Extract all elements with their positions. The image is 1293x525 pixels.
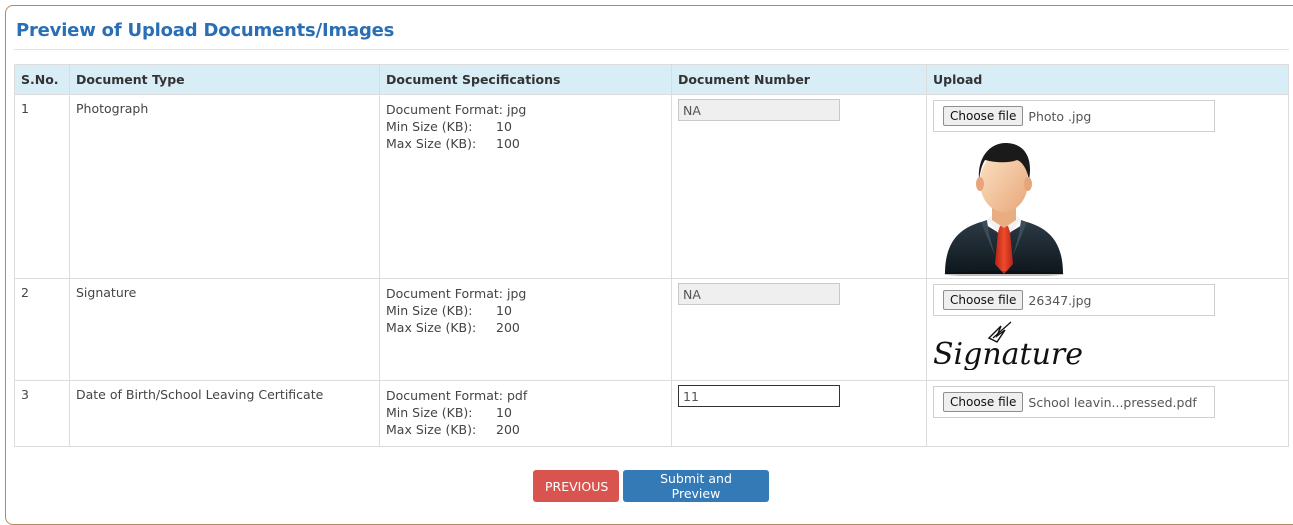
- spec-min-label: Min Size (KB):: [386, 119, 473, 134]
- table-row: 1 Photograph Document Format: jpg Min Si…: [14, 94, 1289, 279]
- row-sno: 1: [14, 94, 70, 279]
- spec-min-label: Min Size (KB):: [386, 303, 473, 318]
- action-buttons: PREVIOUS Submit and Preview: [533, 470, 769, 502]
- row-upload: Choose file School leavin...pressed.pdf: [926, 380, 1289, 447]
- header-upload: Upload: [926, 64, 1289, 95]
- row-specifications: Document Format: jpg Min Size (KB): 10 Ma…: [379, 278, 672, 381]
- spec-max-label: Max Size (KB):: [386, 320, 477, 335]
- choose-file-button[interactable]: Choose file: [943, 290, 1024, 310]
- title-divider: [14, 49, 1289, 50]
- spec-max-value: 200: [496, 422, 520, 437]
- header-sno: S.No.: [14, 64, 70, 95]
- file-name: 26347.jpg: [1028, 292, 1092, 308]
- row-document-type: Photograph: [69, 94, 380, 279]
- signature-text: Signature: [933, 337, 1083, 370]
- spec-max-label: Max Size (KB):: [386, 136, 477, 151]
- file-input[interactable]: Choose file Photo .jpg: [933, 100, 1215, 132]
- table-row: 2 Signature Document Format: jpg Min Siz…: [14, 278, 1289, 381]
- header-document-specifications: Document Specifications: [379, 64, 672, 95]
- header-document-type: Document Type: [69, 64, 380, 95]
- row-sno: 2: [14, 278, 70, 381]
- spec-max-value: 100: [496, 136, 520, 151]
- table-row: 3 Date of Birth/School Leaving Certifica…: [14, 380, 1289, 447]
- row-document-number: [671, 278, 927, 381]
- row-document-number: [671, 94, 927, 279]
- row-upload: Choose file 26347.jpg Signature: [926, 278, 1289, 381]
- page-title: Preview of Upload Documents/Images: [16, 20, 395, 41]
- row-upload: Choose file Photo .jpg: [926, 94, 1289, 279]
- header-document-number: Document Number: [671, 64, 927, 95]
- spec-min-value: 10: [496, 303, 512, 318]
- photo-preview: [937, 136, 1072, 277]
- table-header-row: S.No. Document Type Document Specificati…: [14, 64, 1289, 95]
- choose-file-button[interactable]: Choose file: [943, 106, 1024, 126]
- row-specifications: Document Format: jpg Min Size (KB): 10 Ma…: [379, 94, 672, 279]
- row-document-number: [671, 380, 927, 447]
- person-avatar-icon: [944, 142, 1064, 277]
- spec-min-label: Min Size (KB):: [386, 405, 473, 420]
- choose-file-button[interactable]: Choose file: [943, 392, 1024, 412]
- signature-preview: Signature: [931, 318, 1091, 372]
- submit-and-preview-button[interactable]: Submit and Preview: [623, 470, 769, 502]
- previous-button[interactable]: PREVIOUS: [533, 470, 619, 502]
- spec-format-value: pdf: [506, 388, 528, 403]
- spec-format-label: Document Format:: [386, 102, 503, 117]
- file-name: School leavin...pressed.pdf: [1028, 394, 1197, 410]
- row-document-type: Date of Birth/School Leaving Certificate: [69, 380, 380, 447]
- document-number-input[interactable]: [678, 99, 840, 121]
- file-input[interactable]: Choose file School leavin...pressed.pdf: [933, 386, 1215, 418]
- file-input[interactable]: Choose file 26347.jpg: [933, 284, 1215, 316]
- file-name: Photo .jpg: [1028, 108, 1092, 124]
- spec-format-value: jpg: [506, 286, 527, 301]
- spec-max-label: Max Size (KB):: [386, 422, 477, 437]
- row-document-type: Signature: [69, 278, 380, 381]
- spec-max-value: 200: [496, 320, 520, 335]
- spec-format-label: Document Format:: [386, 388, 503, 403]
- row-specifications: Document Format: pdf Min Size (KB): 10 Ma…: [379, 380, 672, 447]
- documents-table: S.No. Document Type Document Specificati…: [14, 64, 1289, 447]
- spec-format-label: Document Format:: [386, 286, 503, 301]
- spec-min-value: 10: [496, 405, 512, 420]
- spec-min-value: 10: [496, 119, 512, 134]
- signature-image: Signature: [933, 321, 1083, 372]
- row-sno: 3: [14, 380, 70, 447]
- spec-format-value: jpg: [506, 102, 527, 117]
- document-number-input[interactable]: [678, 385, 840, 407]
- document-number-input[interactable]: [678, 283, 840, 305]
